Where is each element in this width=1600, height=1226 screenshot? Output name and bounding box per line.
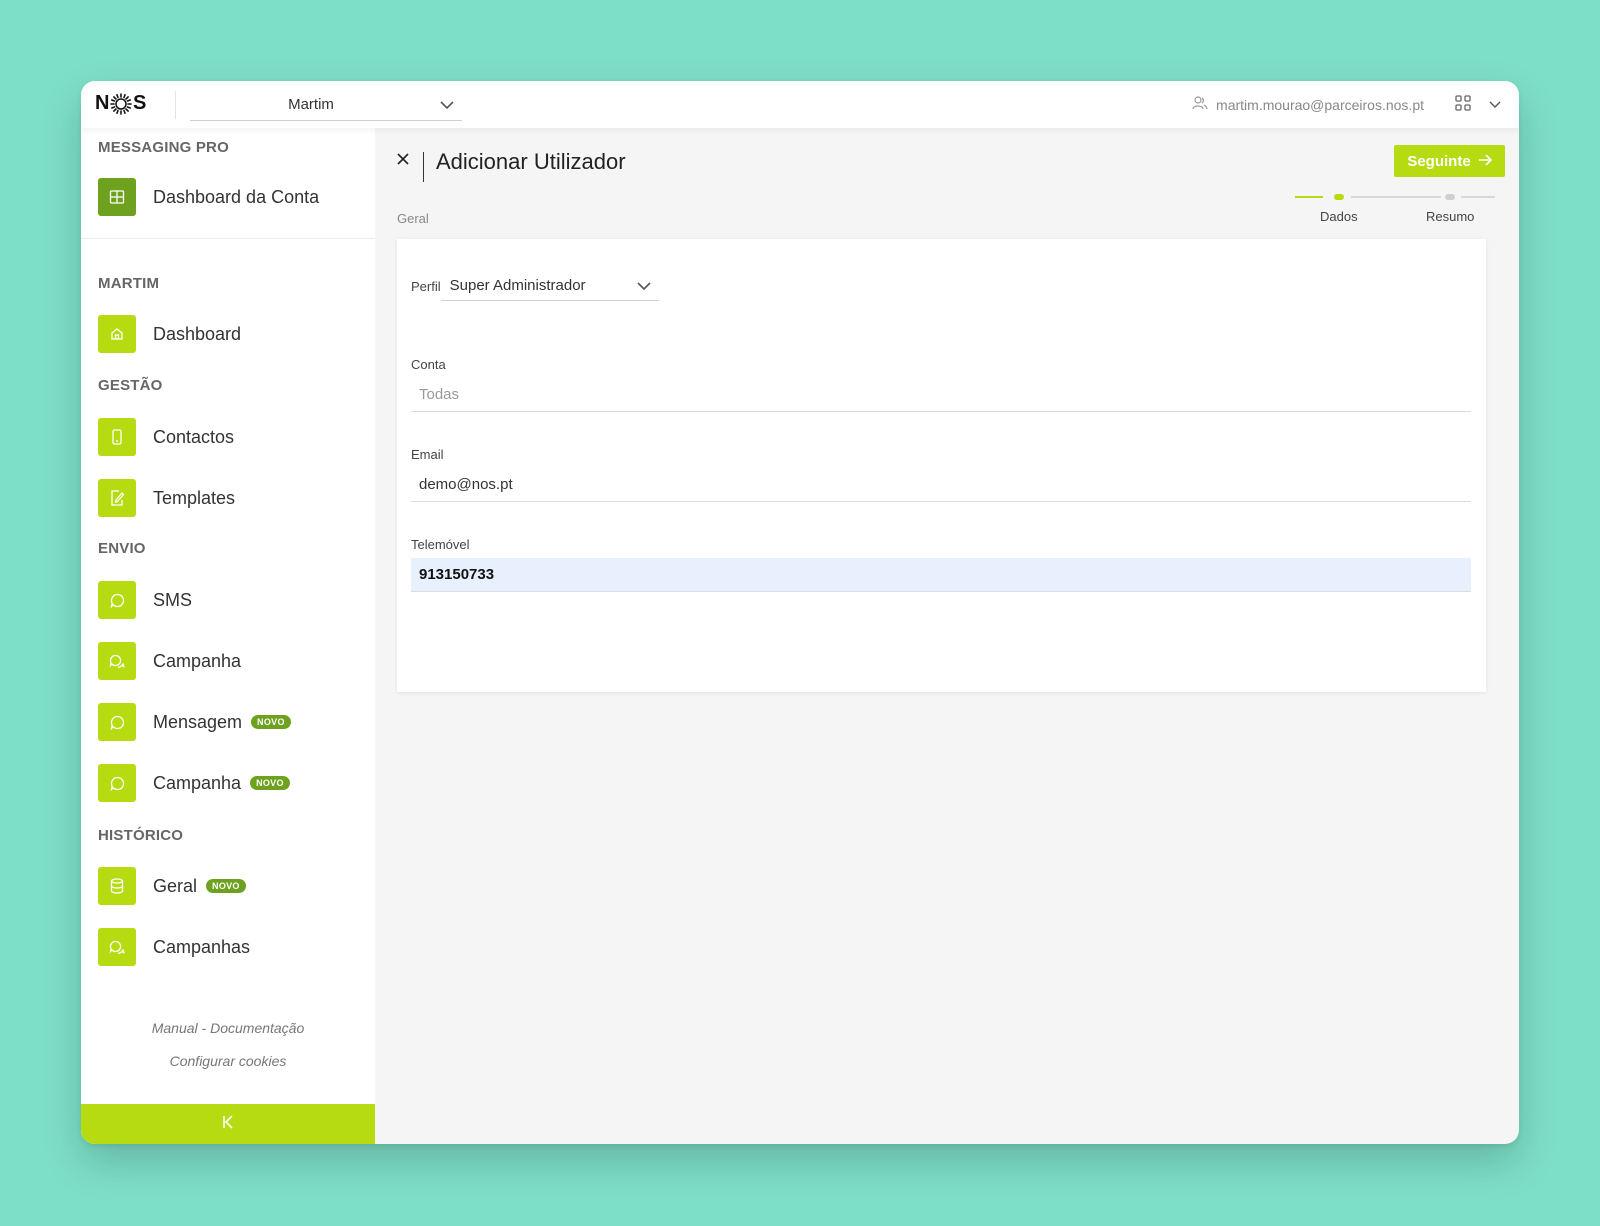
sidebar-item-label: Campanhas (153, 936, 251, 957)
sidebar-item-templates[interactable]: Templates (98, 479, 235, 517)
sidebar-item-dashboard[interactable]: Dashboard (98, 315, 241, 353)
sidebar-item-label: Dashboard (153, 323, 242, 344)
step-label-dados[interactable]: Dados (1320, 209, 1358, 224)
email-field: Email demo@nos.pt (411, 447, 1471, 502)
chevron-down-icon (637, 279, 651, 298)
apps-grid-icon[interactable] (1455, 95, 1471, 116)
manual-documentation-link[interactable]: Manual - Documentação (81, 1020, 375, 1036)
database-icon (98, 867, 136, 905)
sidebar-item-label: Campanha (153, 772, 242, 793)
sidebar-collapse-button[interactable] (81, 1104, 375, 1144)
perfil-label: Perfil (411, 278, 441, 294)
sidebar-item-mensagem[interactable]: Mensagem NOVO (98, 703, 291, 741)
main-content: Adicionar Utilizador Seguinte Dados Resu… (375, 128, 1519, 1144)
sidebar-item-label: SMS (153, 589, 193, 610)
sidebar-item-label: Contactos (153, 426, 235, 447)
next-button-label: Seguinte (1407, 152, 1471, 170)
sidebar-section-title: GESTÃO (98, 377, 163, 394)
telemovel-input[interactable]: 913150733 (411, 558, 1471, 592)
logo-letter-s: S (132, 92, 146, 114)
account-select-value: Martim (288, 96, 334, 113)
close-icon[interactable] (397, 152, 409, 170)
chat-icon (98, 703, 136, 741)
chat-bubbles-icon (98, 928, 136, 966)
telemovel-label: Telemóvel (411, 537, 470, 552)
next-button[interactable]: Seguinte (1394, 145, 1505, 177)
sidebar-item-label: Geral (153, 875, 198, 896)
edit-icon (98, 479, 136, 517)
sidebar: MESSAGING PRO Dashboard da Conta MARTIM … (81, 128, 375, 1144)
grid-icon (98, 178, 136, 216)
email-label: Email (411, 447, 444, 462)
step-line-done (1295, 196, 1323, 198)
step-label-resumo[interactable]: Resumo (1426, 209, 1474, 224)
account-select[interactable]: Martim (190, 89, 462, 121)
chat-bubbles-icon (98, 642, 136, 680)
sidebar-item-label: Campanha (153, 650, 242, 671)
logo-letter-n: N (95, 92, 109, 114)
top-bar: N S Martim martim.mourao@parceiros.nos.p… (81, 81, 1519, 128)
sidebar-item-campanhas[interactable]: Campanhas (98, 928, 250, 966)
collapse-icon (221, 1114, 235, 1134)
sidebar-item-label: Mensagem (153, 711, 243, 732)
chevron-down-icon[interactable] (1489, 97, 1501, 115)
app-window: N S Martim martim.mourao@parceiros.nos.p… (81, 81, 1519, 1144)
step-line-pending (1351, 196, 1441, 198)
telemovel-field: Telemóvel 913150733 (411, 537, 1471, 592)
sidebar-item-label: Dashboard da Conta (153, 186, 320, 207)
sidebar-section-title: HISTÓRICO (98, 827, 184, 844)
conta-label: Conta (411, 357, 446, 372)
sidebar-divider (81, 238, 375, 239)
sidebar-item-label: Templates (153, 487, 236, 508)
new-badge: NOVO (250, 776, 290, 790)
sidebar-item-sms[interactable]: SMS (98, 581, 192, 619)
phone-icon (98, 418, 136, 456)
new-badge: NOVO (251, 715, 291, 729)
step-dot-pending (1445, 194, 1455, 200)
sidebar-item-geral[interactable]: Geral NOVO (98, 867, 246, 905)
title-divider (423, 152, 424, 182)
header-divider (175, 91, 176, 119)
conta-input[interactable]: Todas (411, 378, 1471, 412)
perfil-select-value: Super Administrador (449, 277, 586, 294)
chat-icon (98, 764, 136, 802)
logo-sun-icon (110, 92, 132, 115)
sidebar-section-title: MESSAGING PRO (98, 139, 229, 156)
sidebar-item-dashboard-da-conta[interactable]: Dashboard da Conta (98, 178, 319, 216)
user-form-card: Perfil Super Administrador Conta Todas E… (397, 239, 1486, 692)
step-dot-active (1334, 194, 1344, 200)
user-icon (1192, 96, 1208, 113)
user-menu[interactable]: martim.mourao@parceiros.nos.pt (1192, 96, 1424, 113)
sidebar-section-title: MARTIM (98, 275, 160, 292)
new-badge: NOVO (206, 879, 246, 893)
progress-stepper: Dados Resumo (1295, 193, 1495, 233)
sidebar-item-contactos[interactable]: Contactos (98, 418, 234, 456)
sidebar-item-campanha-novo[interactable]: Campanha NOVO (98, 764, 290, 802)
chevron-down-icon (440, 98, 454, 117)
email-input[interactable]: demo@nos.pt (411, 468, 1471, 502)
conta-field: Conta Todas (411, 357, 1471, 412)
user-email: martim.mourao@parceiros.nos.pt (1216, 96, 1424, 113)
nos-logo[interactable]: N S (95, 92, 146, 115)
arrow-right-icon (1478, 153, 1492, 170)
page-title: Adicionar Utilizador (436, 149, 626, 174)
step-line-pending (1461, 196, 1495, 198)
perfil-select[interactable]: Super Administrador (440, 271, 659, 301)
sidebar-section-title: ENVIO (98, 540, 146, 557)
perfil-field: Perfil Super Administrador (411, 271, 659, 301)
breadcrumb: Geral (397, 211, 429, 226)
cookie-settings-link[interactable]: Configurar cookies (81, 1053, 375, 1069)
sidebar-item-campanha[interactable]: Campanha (98, 642, 241, 680)
chat-icon (98, 581, 136, 619)
home-icon (98, 315, 136, 353)
